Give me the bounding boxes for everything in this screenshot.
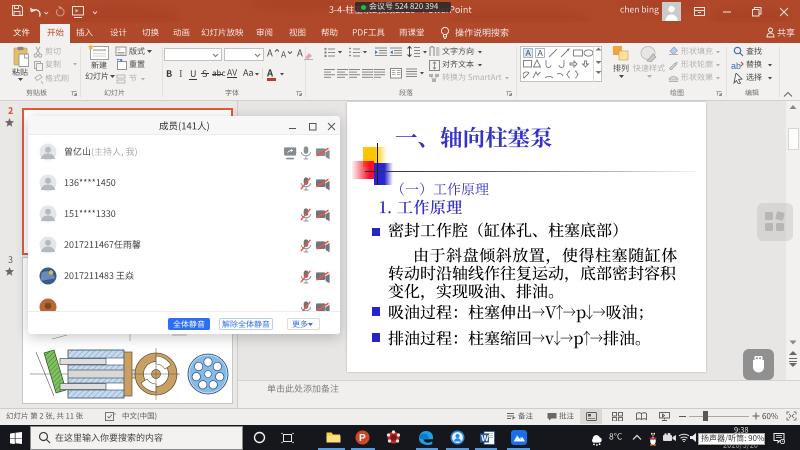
svg-text:W: W	[481, 434, 489, 443]
svg-text:A: A	[538, 49, 544, 58]
svg-text:ab: ab	[731, 61, 741, 71]
svg-text:A: A	[526, 49, 532, 58]
svg-text:P: P	[359, 433, 366, 444]
